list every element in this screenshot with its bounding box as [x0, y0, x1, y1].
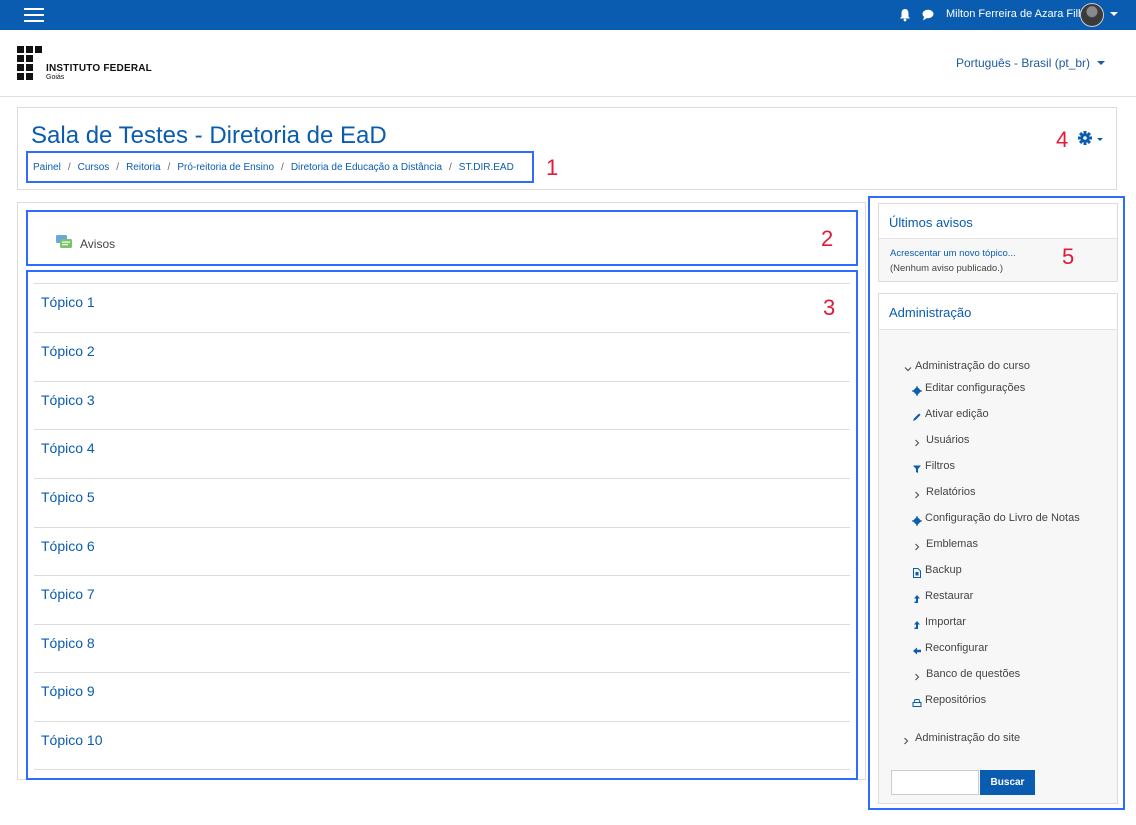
- topic-row: Tópico 4: [34, 429, 850, 478]
- user-name[interactable]: Milton Ferreira de Azara Filho: [946, 8, 1090, 20]
- topic-row: Tópico 6: [34, 527, 850, 576]
- bell-icon[interactable]: [898, 8, 912, 22]
- news-block: Últimos avisos Acrescentar um novo tópic…: [878, 203, 1118, 282]
- chevron-right-icon: [915, 543, 920, 551]
- chevron-right-icon: [915, 673, 920, 681]
- site-admin-node[interactable]: Administração do site: [915, 732, 1020, 744]
- breadcrumb: Painel / Cursos / Reitoria / Pró-reitoria de E…: [26, 151, 534, 183]
- site-header: INSTITUTO FEDERAL Goiás Português - Bras…: [0, 30, 1136, 97]
- admin-item-repositories[interactable]: Repositórios: [925, 694, 986, 706]
- annotation-number: 2: [821, 226, 834, 251]
- topic-title[interactable]: Tópico 4: [41, 440, 95, 456]
- search-button[interactable]: Buscar: [980, 770, 1035, 795]
- language-selector[interactable]: Português - Brasil (pt_br): [956, 56, 1090, 70]
- topics-section: Tópico 1 Tópico 2 Tópico 3 Tópico 4 Tópi…: [26, 270, 858, 780]
- admin-item-import[interactable]: Importar: [925, 616, 966, 628]
- upload-icon: [914, 595, 920, 603]
- topic-title[interactable]: Tópico 6: [41, 538, 95, 554]
- upload-icon: [914, 621, 920, 629]
- breadcrumb-separator: /: [167, 162, 171, 173]
- site-logo[interactable]: INSTITUTO FEDERAL Goiás: [16, 45, 156, 83]
- admin-item-gradebook-setup[interactable]: Configuração do Livro de Notas: [925, 512, 1080, 524]
- file-icon: [913, 568, 921, 578]
- breadcrumb-item[interactable]: Reitoria: [126, 162, 160, 173]
- topic-row: Tópico 5: [34, 478, 850, 527]
- add-topic-link[interactable]: Acrescentar um novo tópico...: [890, 248, 1016, 259]
- avatar[interactable]: [1080, 3, 1104, 27]
- topic-title[interactable]: Tópico 3: [41, 392, 95, 408]
- breadcrumb-separator: /: [281, 162, 284, 173]
- annotation-number: 1: [546, 155, 559, 180]
- topic-row: Tópico 3: [34, 381, 850, 430]
- admin-item-backup[interactable]: Backup: [925, 564, 962, 576]
- topic-title[interactable]: Tópico 1: [41, 294, 95, 310]
- topic-title[interactable]: Tópico 10: [41, 732, 102, 748]
- breadcrumb-separator: /: [67, 162, 71, 173]
- chevron-down-icon[interactable]: [903, 364, 913, 374]
- chat-icon[interactable]: [921, 8, 935, 22]
- breadcrumb-item[interactable]: Cursos: [78, 162, 110, 173]
- page-header: Sala de Testes - Diretoria de EaD Painel…: [17, 107, 1117, 190]
- topic-row: Tópico 2: [34, 332, 850, 381]
- course-admin-node[interactable]: Administração do curso: [915, 360, 1030, 372]
- topic-row: Tópico 8: [34, 624, 850, 673]
- annotation-number: 4: [1056, 127, 1069, 152]
- chevron-down-icon[interactable]: [1110, 12, 1118, 16]
- topic-row: Tópico 9: [34, 672, 850, 721]
- drive-icon: [912, 699, 922, 707]
- page-title[interactable]: Sala de Testes - Diretoria de EaD: [31, 122, 387, 150]
- admin-item-reports[interactable]: Relatórios: [926, 486, 976, 498]
- logo-subtitle: Goiás: [46, 74, 65, 81]
- topic-row: Tópico 1: [34, 283, 850, 332]
- breadcrumb-item[interactable]: Painel: [33, 162, 61, 173]
- avisos-section: Avisos: [26, 210, 858, 266]
- breadcrumb-separator: /: [116, 162, 120, 173]
- avisos-link[interactable]: Avisos: [80, 237, 115, 251]
- gear-icon: [912, 516, 922, 526]
- no-news-text: (Nenhum aviso publicado.): [890, 263, 1004, 274]
- breadcrumb-item[interactable]: Diretoria de Educação a Distância: [291, 162, 442, 173]
- menu-icon[interactable]: [24, 7, 44, 23]
- course-content: Avisos 2 Tópico 1 Tópico 2 Tópico 3 Tópi…: [17, 202, 866, 780]
- forum-icon: [56, 235, 72, 248]
- breadcrumb-item[interactable]: Pró-reitoria de Ensino: [177, 162, 274, 173]
- pencil-icon: [913, 413, 921, 421]
- admin-item-edit-settings[interactable]: Editar configurações: [925, 382, 1025, 394]
- breadcrumb-separator: /: [449, 162, 452, 173]
- topic-title[interactable]: Tópico 8: [41, 635, 95, 651]
- top-navbar: Milton Ferreira de Azara Filho: [0, 0, 1136, 30]
- annotation-number: 3: [823, 295, 836, 320]
- admin-item-edit-mode[interactable]: Ativar edição: [925, 408, 989, 420]
- admin-search-input[interactable]: [891, 770, 979, 795]
- chevron-down-icon[interactable]: [1097, 61, 1105, 65]
- topic-title[interactable]: Tópico 9: [41, 683, 95, 699]
- chevron-right-icon[interactable]: [901, 736, 911, 746]
- annotation-number: 5: [1062, 244, 1075, 269]
- arrow-left-icon: [913, 647, 921, 655]
- news-block-title[interactable]: Últimos avisos: [889, 215, 973, 230]
- topic-row: Tópico 7: [34, 575, 850, 624]
- admin-item-users[interactable]: Usuários: [926, 434, 969, 446]
- filter-icon: [913, 465, 921, 473]
- gear-icon: [912, 386, 922, 396]
- topic-title[interactable]: Tópico 7: [41, 586, 95, 602]
- blocks-column: Últimos avisos Acrescentar um novo tópic…: [868, 196, 1125, 810]
- admin-item-reset[interactable]: Reconfigurar: [925, 642, 988, 654]
- logo-name: INSTITUTO FEDERAL: [46, 63, 152, 74]
- admin-item-badges[interactable]: Emblemas: [926, 538, 978, 550]
- logo-grid-icon: [16, 45, 42, 81]
- admin-block: Administração Administração do curso Edi…: [878, 293, 1118, 804]
- chevron-right-icon: [915, 491, 920, 499]
- admin-block-title[interactable]: Administração: [889, 305, 971, 320]
- chevron-right-icon: [915, 439, 920, 447]
- topic-row: Tópico 10: [34, 721, 850, 770]
- admin-item-question-bank[interactable]: Banco de questões: [926, 668, 1020, 680]
- topic-title[interactable]: Tópico 5: [41, 489, 95, 505]
- topic-title[interactable]: Tópico 2: [41, 343, 95, 359]
- admin-item-restore[interactable]: Restaurar: [925, 590, 973, 602]
- chevron-down-icon[interactable]: [1097, 138, 1103, 141]
- admin-item-filters[interactable]: Filtros: [925, 460, 955, 472]
- breadcrumb-item[interactable]: ST.DIR.EAD: [459, 162, 514, 173]
